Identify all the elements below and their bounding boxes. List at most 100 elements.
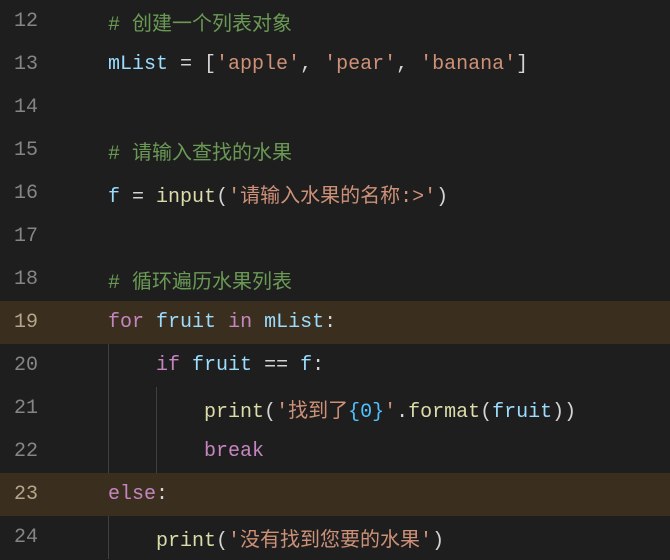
token: 'apple' (216, 53, 300, 76)
token: format (408, 401, 480, 424)
token (216, 311, 228, 334)
token: ( (480, 401, 492, 424)
line-number: 15 (0, 139, 60, 162)
code-line[interactable]: 13 mList = ['apple', 'pear', 'banana'] (0, 43, 670, 86)
indent-guide (108, 430, 109, 473)
code-content[interactable]: for fruit in mList: (60, 311, 670, 334)
code-line[interactable]: 12 # 创建一个列表对象 (0, 0, 670, 43)
token: else (108, 483, 156, 506)
token: '请输入水果的名称:>' (228, 186, 436, 209)
line-number: 21 (0, 397, 60, 420)
code-content[interactable]: mList = ['apple', 'pear', 'banana'] (60, 53, 670, 76)
token: # 循环遍历水果列表 (108, 272, 292, 295)
indent (60, 143, 108, 166)
indent-guide (156, 430, 157, 473)
code-content[interactable]: # 循环遍历水果列表 (60, 265, 670, 295)
token: print (204, 401, 264, 424)
code-line[interactable]: 21 print('找到了{0}'.format(fruit)) (0, 387, 670, 430)
token: )) (552, 401, 576, 424)
line-number: 20 (0, 354, 60, 377)
code-content[interactable]: if fruit == f: (60, 354, 670, 377)
token: , (300, 53, 324, 76)
code-content[interactable]: # 创建一个列表对象 (60, 7, 670, 37)
indent (60, 440, 204, 463)
token: ( (264, 401, 276, 424)
indent-guide (108, 516, 109, 559)
token: ' (384, 401, 396, 424)
token (180, 354, 192, 377)
indent-guide (108, 387, 109, 430)
indent (60, 14, 108, 37)
token: ( (216, 530, 228, 553)
token: : (312, 354, 324, 377)
code-line[interactable]: 20 if fruit == f: (0, 344, 670, 387)
indent (60, 483, 108, 506)
line-number: 24 (0, 526, 60, 549)
code-content[interactable]: print('没有找到您要的水果') (60, 523, 670, 553)
line-number: 22 (0, 440, 60, 463)
line-number: 12 (0, 10, 60, 33)
token: '没有找到您要的水果' (228, 530, 432, 553)
indent (60, 272, 108, 295)
token: ) (436, 186, 448, 209)
token: == (252, 354, 300, 377)
token: f (108, 186, 120, 209)
code-line[interactable]: 15 # 请输入查找的水果 (0, 129, 670, 172)
token: 'banana' (420, 53, 516, 76)
token: : (324, 311, 336, 334)
line-number: 16 (0, 182, 60, 205)
token: '找到了 (276, 401, 348, 424)
token: mList (264, 311, 324, 334)
line-number: 13 (0, 53, 60, 76)
token: 'pear' (324, 53, 396, 76)
line-number: 19 (0, 311, 60, 334)
token: , (396, 53, 420, 76)
indent-guide (108, 344, 109, 387)
token: ] (516, 53, 528, 76)
token (252, 311, 264, 334)
token: in (228, 311, 252, 334)
code-line[interactable]: 17 (0, 215, 670, 258)
code-line[interactable]: 22 break (0, 430, 670, 473)
code-editor[interactable]: 12 # 创建一个列表对象13 mList = ['apple', 'pear'… (0, 0, 670, 559)
indent (60, 186, 108, 209)
code-line[interactable]: 19 for fruit in mList: (0, 301, 670, 344)
token: {0} (348, 401, 384, 424)
code-content[interactable]: break (60, 440, 670, 463)
token: ) (432, 530, 444, 553)
code-line[interactable]: 14 (0, 86, 670, 129)
indent (60, 401, 204, 424)
line-number: 17 (0, 225, 60, 248)
code-line[interactable]: 16 f = input('请输入水果的名称:>') (0, 172, 670, 215)
line-number: 14 (0, 96, 60, 119)
code-content[interactable]: print('找到了{0}'.format(fruit)) (60, 394, 670, 424)
line-number: 18 (0, 268, 60, 291)
token: . (396, 401, 408, 424)
token: mList (108, 53, 168, 76)
code-content[interactable]: # 请输入查找的水果 (60, 136, 670, 166)
token: print (156, 530, 216, 553)
code-content[interactable]: f = input('请输入水果的名称:>') (60, 179, 670, 209)
token: # 请输入查找的水果 (108, 143, 292, 166)
token: fruit (192, 354, 252, 377)
token: break (204, 440, 264, 463)
token: ( (216, 186, 228, 209)
token: = [ (168, 53, 216, 76)
line-number: 23 (0, 483, 60, 506)
code-line[interactable]: 23 else: (0, 473, 670, 516)
token: f (300, 354, 312, 377)
token: : (156, 483, 168, 506)
token: input (156, 186, 216, 209)
indent-guide (156, 387, 157, 430)
indent (60, 311, 108, 334)
token (144, 311, 156, 334)
code-content[interactable]: else: (60, 483, 670, 506)
token: fruit (492, 401, 552, 424)
token: # 创建一个列表对象 (108, 14, 292, 37)
token: if (156, 354, 180, 377)
token: = (120, 186, 156, 209)
code-line[interactable]: 24 print('没有找到您要的水果') (0, 516, 670, 559)
token: for (108, 311, 144, 334)
token: fruit (156, 311, 216, 334)
code-line[interactable]: 18 # 循环遍历水果列表 (0, 258, 670, 301)
